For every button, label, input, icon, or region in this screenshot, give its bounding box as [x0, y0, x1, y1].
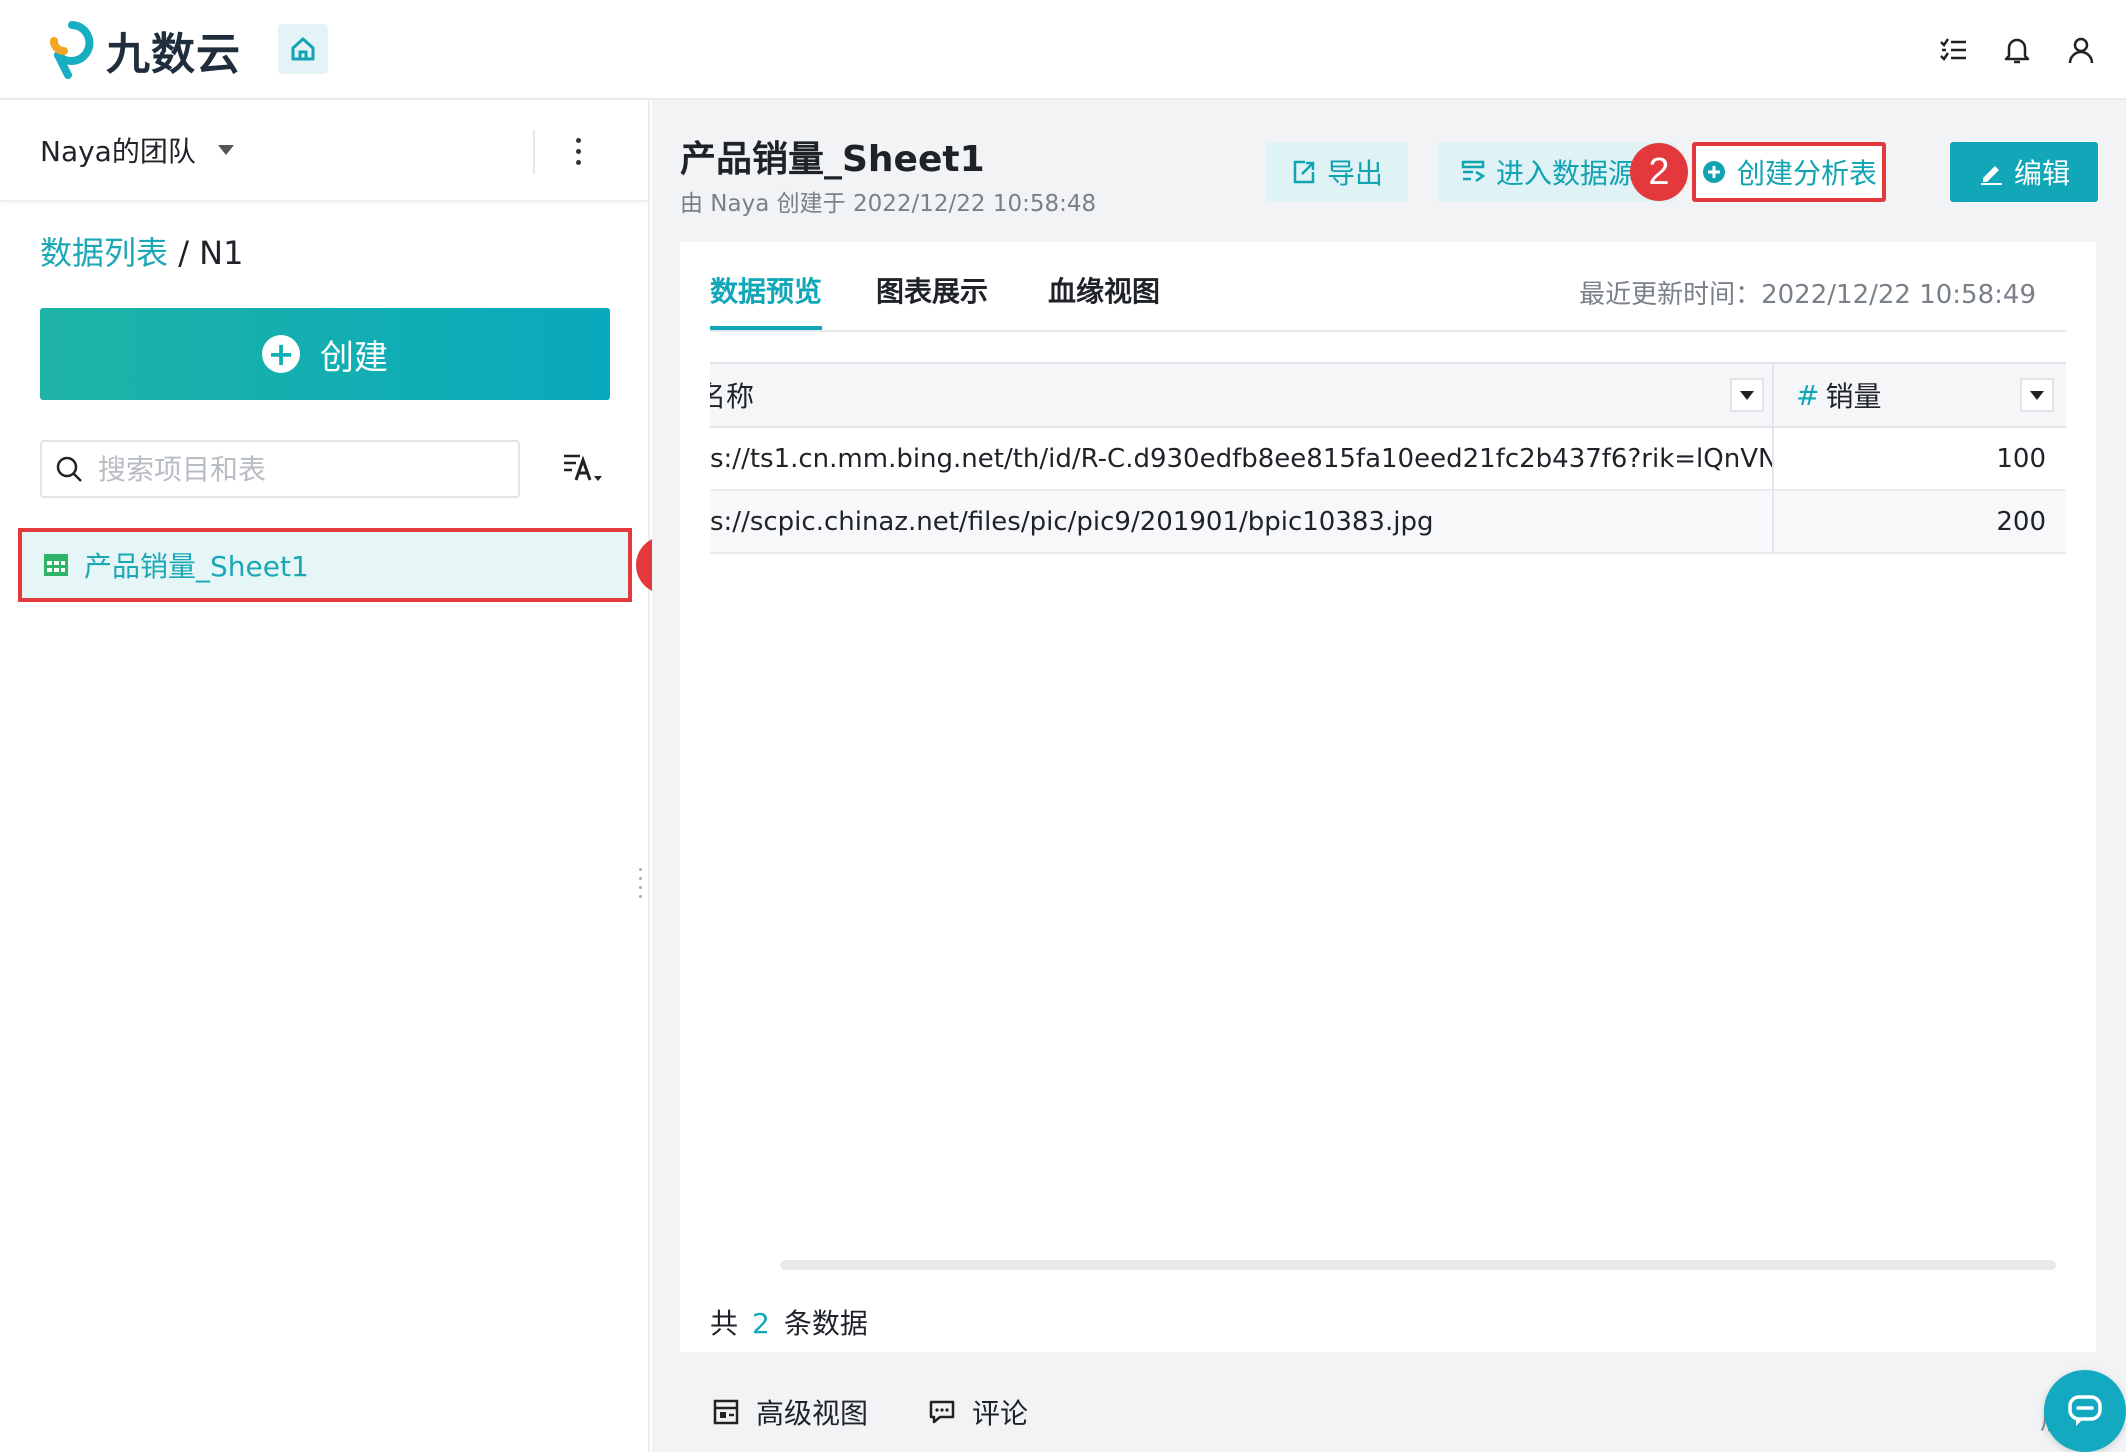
table-row[interactable]: s://scpic.chinaz.net/files/pic/pic9/2019…: [710, 491, 2066, 554]
horizontal-scrollbar[interactable]: [780, 1260, 2056, 1270]
column-header-sales-label: 销量: [1825, 380, 1882, 413]
row-count-suffix: 条数据: [783, 1307, 868, 1340]
create-button-label: 创建: [320, 337, 388, 378]
edit-pen-icon: [1980, 166, 2002, 185]
data-table: 名称 # 销量 s://ts1.cn.mm.bing.net/th/id/R-C…: [710, 362, 2066, 554]
data-card: 数据预览 图表展示 血缘视图 最近更新时间：2022/12/22 10:58:4…: [680, 242, 2096, 1352]
advanced-view-label: 高级视图: [756, 1397, 869, 1430]
brand-logo-icon: [50, 21, 94, 79]
table-cell-name: s://ts1.cn.mm.bing.net/th/id/R-C.d930edf…: [710, 428, 1774, 489]
more-vertical-icon[interactable]: [566, 126, 590, 176]
edit-button-label: 编辑: [2013, 157, 2070, 190]
column-header-name: 名称: [710, 364, 1774, 426]
home-icon: [291, 37, 315, 61]
row-count-number: 2: [752, 1307, 770, 1340]
advanced-view-icon: [713, 1399, 739, 1425]
column-header-name-label: 名称: [710, 380, 755, 413]
top-bar: 九数云: [0, 0, 2126, 100]
sidebar: Naya的团队 数据列表 / N1 + 创建 产品销: [0, 100, 694, 1452]
breadcrumb-root[interactable]: 数据列表: [40, 234, 168, 272]
annotation-marker-2: 2: [1630, 143, 1688, 201]
home-button[interactable]: [278, 24, 328, 74]
tree-item-sheet[interactable]: 产品销量_Sheet1: [18, 528, 632, 602]
enter-data-source-label: 进入数据源: [1496, 157, 1637, 190]
bottom-actions: 高级视图 评论: [712, 1392, 1028, 1432]
table-cell-sales: 100: [1996, 443, 2046, 474]
edit-button[interactable]: 编辑: [1950, 142, 2098, 202]
sort-icon[interactable]: [562, 448, 606, 492]
task-list-button[interactable]: [1936, 28, 1970, 72]
create-analysis-table-button[interactable]: 创建分析表: [1692, 142, 1886, 202]
chat-support-button[interactable]: [2044, 1370, 2126, 1452]
advanced-view-button[interactable]: 高级视图: [712, 1392, 868, 1432]
notifications-button[interactable]: [2000, 28, 2034, 72]
table-cell-sales: 200: [1996, 506, 2046, 537]
page-title: 产品销量_Sheet1: [680, 139, 985, 180]
export-icon: [1293, 160, 1315, 184]
user-menu-button[interactable]: [2064, 28, 2098, 72]
table-sheet-icon: [44, 554, 68, 576]
tab-chart-display[interactable]: 图表展示: [876, 270, 988, 310]
plus-circle-icon: +: [262, 335, 300, 373]
create-analysis-table-label: 创建分析表: [1736, 157, 1877, 190]
brand-logo[interactable]: 九数云: [48, 20, 241, 80]
export-button-label: 导出: [1326, 157, 1383, 190]
comment-icon: [929, 1400, 955, 1424]
search-box: [40, 440, 520, 498]
plus-circle-icon: [1702, 161, 1725, 183]
tab-lineage-view[interactable]: 血缘视图: [1048, 270, 1160, 310]
chat-icon: [2068, 1395, 2102, 1426]
number-type-icon: #: [1796, 378, 1820, 412]
page-subtitle: 由 Naya 创建于 2022/12/22 10:58:48: [680, 191, 1097, 217]
tab-data-preview[interactable]: 数据预览: [710, 270, 822, 310]
main-panel: 产品销量_Sheet1 由 Naya 创建于 2022/12/22 10:58:…: [652, 100, 2126, 1452]
table-header: 名称 # 销量: [710, 364, 2066, 428]
team-name: Naya的团队: [40, 135, 196, 168]
tab-bar: 数据预览 图表展示 血缘视图 最近更新时间：2022/12/22 10:58:4…: [710, 242, 2066, 332]
row-count: 共 2 条数据: [710, 1302, 868, 1342]
user-icon: [2068, 37, 2094, 64]
table-cell-name: s://scpic.chinaz.net/files/pic/pic9/2019…: [710, 491, 1774, 552]
breadcrumb: 数据列表 / N1: [40, 228, 243, 274]
column-menu-dropdown-icon[interactable]: [1730, 378, 1764, 412]
tree-item-label: 产品销量_Sheet1: [84, 550, 309, 583]
search-input[interactable]: [98, 452, 498, 486]
data-source-icon: [1461, 160, 1486, 183]
breadcrumb-separator: /: [168, 234, 200, 272]
create-button[interactable]: + 创建: [40, 308, 610, 400]
caret-down-icon[interactable]: [218, 145, 234, 155]
export-button[interactable]: 导出: [1266, 142, 1408, 202]
column-header-sales: # 销量: [1774, 364, 2066, 426]
resize-handle[interactable]: [639, 868, 642, 898]
active-tab-indicator: [710, 326, 822, 330]
comment-label: 评论: [972, 1397, 1029, 1430]
table-row[interactable]: s://ts1.cn.mm.bing.net/th/id/R-C.d930edf…: [710, 428, 2066, 491]
team-selector[interactable]: Naya的团队: [0, 100, 648, 202]
search-icon: [56, 456, 82, 482]
bell-icon: [2004, 38, 2030, 64]
divider: [533, 130, 535, 174]
brand-name: 九数云: [106, 29, 241, 80]
last-updated-text: 最近更新时间：2022/12/22 10:58:49: [1579, 280, 2036, 310]
row-count-prefix: 共: [710, 1307, 739, 1340]
breadcrumb-current: N1: [199, 234, 244, 272]
column-menu-dropdown-icon[interactable]: [2020, 378, 2054, 412]
task-list-icon: [1940, 38, 1966, 61]
comment-button[interactable]: 评论: [928, 1392, 1028, 1432]
